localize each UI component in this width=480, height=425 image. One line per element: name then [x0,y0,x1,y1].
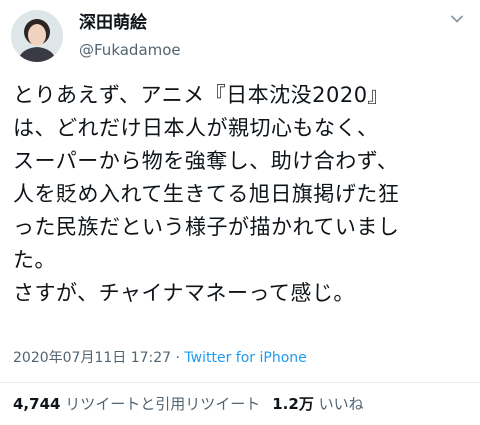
tweet-source-link[interactable]: Twitter for iPhone [184,350,306,366]
author-display-name[interactable]: 深田萌絵 [79,12,147,34]
tweet-stats: 4,744 リツイートと引用リツイート 1.2万 いいね [13,394,364,414]
divider [0,382,480,383]
retweets-label: リツイートと引用リツイート [65,395,261,413]
tweet-datetime[interactable]: 2020年07月11日 17:27 [13,350,171,366]
author-handle[interactable]: @Fukadamoe [79,40,181,60]
tweet-text: とりあえず、アニメ『日本沈没2020』 は、どれだけ日本人が親切心もなく、 スー… [13,83,400,305]
user-avatar-photo [11,10,63,62]
likes-stat[interactable]: 1.2万 いいね [272,395,363,413]
likes-count: 1.2万 [272,395,314,413]
avatar[interactable] [11,10,63,62]
tweet-meta: 2020年07月11日 17:27 · Twitter for iPhone [13,348,307,368]
likes-label: いいね [318,395,364,413]
chevron-down-icon[interactable] [446,8,468,30]
retweets-stat[interactable]: 4,744 リツイートと引用リツイート [13,395,260,413]
meta-separator: · [171,350,185,366]
retweets-count: 4,744 [13,395,61,413]
